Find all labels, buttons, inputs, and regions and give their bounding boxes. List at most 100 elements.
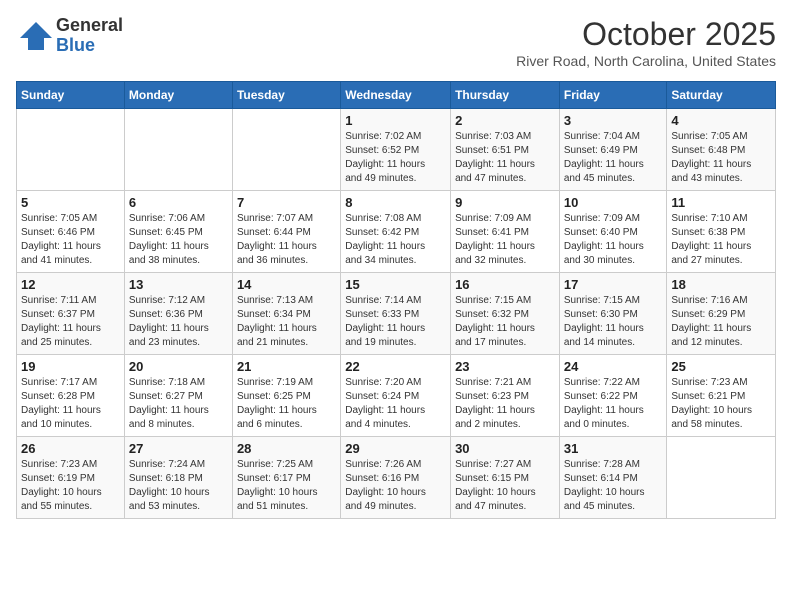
week-row-5: 26Sunrise: 7:23 AM Sunset: 6:19 PM Dayli… [17,437,776,519]
calendar-cell: 2Sunrise: 7:03 AM Sunset: 6:51 PM Daylig… [451,109,560,191]
day-info: Sunrise: 7:23 AM Sunset: 6:21 PM Dayligh… [671,376,771,432]
week-row-2: 5 Sunrise: 7:05 AM Sunset: 6:46 PM Daylig… [17,191,776,273]
day-number: 19 [21,359,120,374]
calendar-cell: 29Sunrise: 7:26 AM Sunset: 6:16 PM Dayli… [341,437,451,519]
calendar-cell: 21 Sunrise: 7:19 AM Sunset: 6:25 PM Dayli… [232,355,340,437]
day-number: 20 [129,359,228,374]
day-info: Sunrise: 7:07 AM Sunset: 6:44 PM Dayligh… [237,212,336,268]
day-info: Sunrise: 7:09 AM Sunset: 6:41 PM Dayligh… [455,212,555,268]
header-row: SundayMondayTuesdayWednesdayThursdayFrid… [17,82,776,109]
day-info: Sunrise: 7:06 AM Sunset: 6:45 PM Dayligh… [129,212,228,268]
day-number: 26 [21,441,120,456]
day-number: 24 [564,359,663,374]
day-number: 8 [345,195,446,210]
day-number: 23 [455,359,555,374]
calendar-cell: 8 Sunrise: 7:08 AM Sunset: 6:42 PM Daylig… [341,191,451,273]
calendar-header: SundayMondayTuesdayWednesdayThursdayFrid… [17,82,776,109]
calendar-cell: 24 Sunrise: 7:22 AM Sunset: 6:22 PM Dayli… [559,355,667,437]
day-number: 1 [345,113,446,128]
day-info: Sunrise: 7:05 AM Sunset: 6:48 PM Dayligh… [671,130,771,186]
calendar-cell: 22 Sunrise: 7:20 AM Sunset: 6:24 PM Dayli… [341,355,451,437]
calendar-cell: 15 Sunrise: 7:14 AM Sunset: 6:33 PM Dayli… [341,273,451,355]
calendar-cell: 16 Sunrise: 7:15 AM Sunset: 6:32 PM Dayli… [451,273,560,355]
day-info: Sunrise: 7:14 AM Sunset: 6:33 PM Dayligh… [345,294,446,350]
day-number: 11 [671,195,771,210]
day-info: Sunrise: 7:25 AM Sunset: 6:17 PM Dayligh… [237,458,336,514]
day-info: Sunrise: 7:11 AM Sunset: 6:37 PM Dayligh… [21,294,120,350]
calendar-cell: 31Sunrise: 7:28 AM Sunset: 6:14 PM Dayli… [559,437,667,519]
day-info: Sunrise: 7:04 AM Sunset: 6:49 PM Dayligh… [564,130,663,186]
day-info: Sunrise: 7:22 AM Sunset: 6:22 PM Dayligh… [564,376,663,432]
calendar-cell: 11 Sunrise: 7:10 AM Sunset: 6:38 PM Dayli… [667,191,776,273]
day-number: 22 [345,359,446,374]
day-number: 21 [237,359,336,374]
day-info: Sunrise: 7:24 AM Sunset: 6:18 PM Dayligh… [129,458,228,514]
calendar-cell: 13Sunrise: 7:12 AM Sunset: 6:36 PM Dayli… [124,273,232,355]
calendar-cell: 7 Sunrise: 7:07 AM Sunset: 6:44 PM Daylig… [232,191,340,273]
day-info: Sunrise: 7:15 AM Sunset: 6:32 PM Dayligh… [455,294,555,350]
calendar-cell [124,109,232,191]
day-info: Sunrise: 7:10 AM Sunset: 6:38 PM Dayligh… [671,212,771,268]
day-info: Sunrise: 7:17 AM Sunset: 6:28 PM Dayligh… [21,376,120,432]
calendar-cell: 9 Sunrise: 7:09 AM Sunset: 6:41 PM Daylig… [451,191,560,273]
day-number: 14 [237,277,336,292]
day-info: Sunrise: 7:13 AM Sunset: 6:34 PM Dayligh… [237,294,336,350]
header-cell-wednesday: Wednesday [341,82,451,109]
day-info: Sunrise: 7:08 AM Sunset: 6:42 PM Dayligh… [345,212,446,268]
calendar-cell: 19 Sunrise: 7:17 AM Sunset: 6:28 PM Dayli… [17,355,125,437]
day-number: 16 [455,277,555,292]
day-info: Sunrise: 7:02 AM Sunset: 6:52 PM Dayligh… [345,130,446,186]
day-number: 6 [129,195,228,210]
day-number: 7 [237,195,336,210]
header-cell-saturday: Saturday [667,82,776,109]
day-info: Sunrise: 7:20 AM Sunset: 6:24 PM Dayligh… [345,376,446,432]
day-info: Sunrise: 7:05 AM Sunset: 6:46 PM Dayligh… [21,212,120,268]
calendar-cell: 17Sunrise: 7:15 AM Sunset: 6:30 PM Dayli… [559,273,667,355]
day-number: 5 [21,195,120,210]
day-info: Sunrise: 7:19 AM Sunset: 6:25 PM Dayligh… [237,376,336,432]
day-number: 25 [671,359,771,374]
calendar-cell [232,109,340,191]
day-number: 4 [671,113,771,128]
day-number: 3 [564,113,663,128]
day-number: 28 [237,441,336,456]
day-number: 18 [671,277,771,292]
logo: General Blue [16,16,123,56]
week-row-3: 12 Sunrise: 7:11 AM Sunset: 6:37 PM Dayli… [17,273,776,355]
day-number: 30 [455,441,555,456]
logo-icon [16,18,52,54]
calendar-body: 1 Sunrise: 7:02 AM Sunset: 6:52 PM Daylig… [17,109,776,519]
calendar-cell: 28 Sunrise: 7:25 AM Sunset: 6:17 PM Dayli… [232,437,340,519]
day-info: Sunrise: 7:18 AM Sunset: 6:27 PM Dayligh… [129,376,228,432]
week-row-1: 1 Sunrise: 7:02 AM Sunset: 6:52 PM Daylig… [17,109,776,191]
calendar-cell: 30Sunrise: 7:27 AM Sunset: 6:15 PM Dayli… [451,437,560,519]
logo-general: General [56,16,123,36]
day-number: 9 [455,195,555,210]
day-info: Sunrise: 7:21 AM Sunset: 6:23 PM Dayligh… [455,376,555,432]
header-cell-tuesday: Tuesday [232,82,340,109]
day-info: Sunrise: 7:03 AM Sunset: 6:51 PM Dayligh… [455,130,555,186]
header-cell-thursday: Thursday [451,82,560,109]
title-block: October 2025 River Road, North Carolina,… [516,16,776,69]
calendar-cell: 1 Sunrise: 7:02 AM Sunset: 6:52 PM Daylig… [341,109,451,191]
calendar-table: SundayMondayTuesdayWednesdayThursdayFrid… [16,81,776,519]
calendar-cell: 25 Sunrise: 7:23 AM Sunset: 6:21 PM Dayli… [667,355,776,437]
calendar-cell: 27Sunrise: 7:24 AM Sunset: 6:18 PM Dayli… [124,437,232,519]
day-number: 15 [345,277,446,292]
page-header: General Blue October 2025 River Road, No… [16,16,776,69]
day-number: 12 [21,277,120,292]
calendar-cell: 14 Sunrise: 7:13 AM Sunset: 6:34 PM Dayli… [232,273,340,355]
calendar-cell: 18 Sunrise: 7:16 AM Sunset: 6:29 PM Dayli… [667,273,776,355]
header-cell-monday: Monday [124,82,232,109]
calendar-cell: 12 Sunrise: 7:11 AM Sunset: 6:37 PM Dayli… [17,273,125,355]
day-number: 10 [564,195,663,210]
location: River Road, North Carolina, United State… [516,53,776,69]
day-info: Sunrise: 7:16 AM Sunset: 6:29 PM Dayligh… [671,294,771,350]
header-cell-sunday: Sunday [17,82,125,109]
day-number: 31 [564,441,663,456]
calendar-cell: 23 Sunrise: 7:21 AM Sunset: 6:23 PM Dayli… [451,355,560,437]
logo-text: General Blue [56,16,123,56]
calendar-cell: 26Sunrise: 7:23 AM Sunset: 6:19 PM Dayli… [17,437,125,519]
calendar-cell: 3 Sunrise: 7:04 AM Sunset: 6:49 PM Daylig… [559,109,667,191]
header-cell-friday: Friday [559,82,667,109]
